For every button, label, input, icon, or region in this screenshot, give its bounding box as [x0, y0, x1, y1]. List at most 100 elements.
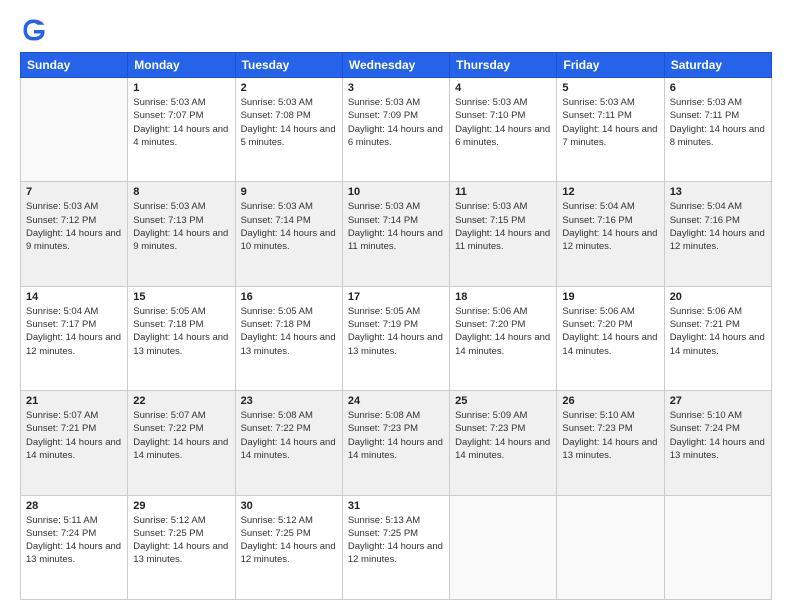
- day-info: Sunrise: 5:11 AMSunset: 7:24 PMDaylight:…: [26, 514, 122, 567]
- day-info: Sunrise: 5:05 AMSunset: 7:18 PMDaylight:…: [133, 305, 229, 358]
- calendar-cell: [557, 495, 664, 599]
- logo-icon: [20, 16, 48, 44]
- day-number: 18: [455, 291, 551, 303]
- calendar-cell: 23Sunrise: 5:08 AMSunset: 7:22 PMDayligh…: [235, 391, 342, 495]
- day-number: 24: [348, 395, 444, 407]
- calendar-cell: 1 Sunrise: 5:03 AMSunset: 7:07 PMDaylight…: [128, 78, 235, 182]
- day-number: 3: [348, 82, 444, 94]
- calendar-cell: 18 Sunrise: 5:06 AMSunset: 7:20 PMDayligh…: [450, 286, 557, 390]
- day-number: 11: [455, 186, 551, 198]
- calendar-cell: 30Sunrise: 5:12 AMSunset: 7:25 PMDayligh…: [235, 495, 342, 599]
- calendar-week-row: 7 Sunrise: 5:03 AMSunset: 7:12 PMDaylight…: [21, 182, 772, 286]
- day-info: Sunrise: 5:03 AMSunset: 7:09 PMDaylight:…: [348, 96, 444, 149]
- day-header-tuesday: Tuesday: [235, 53, 342, 78]
- day-number: 13: [670, 186, 766, 198]
- calendar-cell: 8 Sunrise: 5:03 AMSunset: 7:13 PMDaylight…: [128, 182, 235, 286]
- day-info: Sunrise: 5:07 AMSunset: 7:21 PMDaylight:…: [26, 409, 122, 462]
- day-number: 31: [348, 500, 444, 512]
- day-header-friday: Friday: [557, 53, 664, 78]
- day-info: Sunrise: 5:06 AMSunset: 7:20 PMDaylight:…: [562, 305, 658, 358]
- day-number: 2: [241, 82, 337, 94]
- day-number: 15: [133, 291, 229, 303]
- calendar-cell: [450, 495, 557, 599]
- calendar-cell: 19 Sunrise: 5:06 AMSunset: 7:20 PMDayligh…: [557, 286, 664, 390]
- calendar-cell: 20 Sunrise: 5:06 AMSunset: 7:21 PMDayligh…: [664, 286, 771, 390]
- page: SundayMondayTuesdayWednesdayThursdayFrid…: [0, 0, 792, 612]
- day-info: Sunrise: 5:03 AMSunset: 7:11 PMDaylight:…: [562, 96, 658, 149]
- day-info: Sunrise: 5:09 AMSunset: 7:23 PMDaylight:…: [455, 409, 551, 462]
- calendar-cell: 9Sunrise: 5:03 AMSunset: 7:14 PMDaylight…: [235, 182, 342, 286]
- day-number: 16: [241, 291, 337, 303]
- day-info: Sunrise: 5:10 AMSunset: 7:24 PMDaylight:…: [670, 409, 766, 462]
- day-number: 19: [562, 291, 658, 303]
- day-number: 4: [455, 82, 551, 94]
- day-header-sunday: Sunday: [21, 53, 128, 78]
- day-info: Sunrise: 5:07 AMSunset: 7:22 PMDaylight:…: [133, 409, 229, 462]
- day-number: 10: [348, 186, 444, 198]
- calendar-cell: 4Sunrise: 5:03 AMSunset: 7:10 PMDaylight…: [450, 78, 557, 182]
- day-info: Sunrise: 5:03 AMSunset: 7:14 PMDaylight:…: [241, 200, 337, 253]
- day-number: 20: [670, 291, 766, 303]
- calendar-week-row: 21 Sunrise: 5:07 AMSunset: 7:21 PMDayligh…: [21, 391, 772, 495]
- day-info: Sunrise: 5:03 AMSunset: 7:15 PMDaylight:…: [455, 200, 551, 253]
- day-number: 1: [133, 82, 229, 94]
- day-info: Sunrise: 5:13 AMSunset: 7:25 PMDaylight:…: [348, 514, 444, 567]
- day-info: Sunrise: 5:03 AMSunset: 7:11 PMDaylight:…: [670, 96, 766, 149]
- day-header-monday: Monday: [128, 53, 235, 78]
- day-info: Sunrise: 5:04 AMSunset: 7:17 PMDaylight:…: [26, 305, 122, 358]
- day-info: Sunrise: 5:12 AMSunset: 7:25 PMDaylight:…: [241, 514, 337, 567]
- calendar-cell: 16 Sunrise: 5:05 AMSunset: 7:18 PMDayligh…: [235, 286, 342, 390]
- header: [20, 16, 772, 44]
- day-info: Sunrise: 5:06 AMSunset: 7:20 PMDaylight:…: [455, 305, 551, 358]
- day-info: Sunrise: 5:08 AMSunset: 7:23 PMDaylight:…: [348, 409, 444, 462]
- day-info: Sunrise: 5:05 AMSunset: 7:19 PMDaylight:…: [348, 305, 444, 358]
- calendar-cell: 5 Sunrise: 5:03 AMSunset: 7:11 PMDaylight…: [557, 78, 664, 182]
- calendar-cell: 6 Sunrise: 5:03 AMSunset: 7:11 PMDaylight…: [664, 78, 771, 182]
- day-number: 6: [670, 82, 766, 94]
- logo: [20, 16, 52, 44]
- calendar-cell: 26 Sunrise: 5:10 AMSunset: 7:23 PMDayligh…: [557, 391, 664, 495]
- calendar-cell: 21 Sunrise: 5:07 AMSunset: 7:21 PMDayligh…: [21, 391, 128, 495]
- calendar-cell: 24 Sunrise: 5:08 AMSunset: 7:23 PMDayligh…: [342, 391, 449, 495]
- calendar-cell: 15 Sunrise: 5:05 AMSunset: 7:18 PMDayligh…: [128, 286, 235, 390]
- day-number: 12: [562, 186, 658, 198]
- day-number: 17: [348, 291, 444, 303]
- calendar-week-row: 14Sunrise: 5:04 AMSunset: 7:17 PMDayligh…: [21, 286, 772, 390]
- calendar-cell: 7 Sunrise: 5:03 AMSunset: 7:12 PMDaylight…: [21, 182, 128, 286]
- calendar-cell: [21, 78, 128, 182]
- day-number: 23: [241, 395, 337, 407]
- day-number: 5: [562, 82, 658, 94]
- day-info: Sunrise: 5:12 AMSunset: 7:25 PMDaylight:…: [133, 514, 229, 567]
- calendar-cell: 29Sunrise: 5:12 AMSunset: 7:25 PMDayligh…: [128, 495, 235, 599]
- day-info: Sunrise: 5:03 AMSunset: 7:13 PMDaylight:…: [133, 200, 229, 253]
- day-info: Sunrise: 5:05 AMSunset: 7:18 PMDaylight:…: [241, 305, 337, 358]
- calendar-week-row: 28 Sunrise: 5:11 AMSunset: 7:24 PMDayligh…: [21, 495, 772, 599]
- calendar-cell: 14Sunrise: 5:04 AMSunset: 7:17 PMDayligh…: [21, 286, 128, 390]
- day-info: Sunrise: 5:06 AMSunset: 7:21 PMDaylight:…: [670, 305, 766, 358]
- day-number: 8: [133, 186, 229, 198]
- calendar-cell: 28 Sunrise: 5:11 AMSunset: 7:24 PMDayligh…: [21, 495, 128, 599]
- day-info: Sunrise: 5:04 AMSunset: 7:16 PMDaylight:…: [562, 200, 658, 253]
- day-number: 7: [26, 186, 122, 198]
- calendar-header-row: SundayMondayTuesdayWednesdayThursdayFrid…: [21, 53, 772, 78]
- day-info: Sunrise: 5:03 AMSunset: 7:12 PMDaylight:…: [26, 200, 122, 253]
- day-info: Sunrise: 5:03 AMSunset: 7:08 PMDaylight:…: [241, 96, 337, 149]
- day-info: Sunrise: 5:10 AMSunset: 7:23 PMDaylight:…: [562, 409, 658, 462]
- calendar-cell: 11 Sunrise: 5:03 AMSunset: 7:15 PMDayligh…: [450, 182, 557, 286]
- calendar-cell: [664, 495, 771, 599]
- day-number: 27: [670, 395, 766, 407]
- day-number: 25: [455, 395, 551, 407]
- calendar-cell: 17 Sunrise: 5:05 AMSunset: 7:19 PMDayligh…: [342, 286, 449, 390]
- day-number: 22: [133, 395, 229, 407]
- day-info: Sunrise: 5:03 AMSunset: 7:07 PMDaylight:…: [133, 96, 229, 149]
- calendar-cell: 12 Sunrise: 5:04 AMSunset: 7:16 PMDayligh…: [557, 182, 664, 286]
- calendar-cell: 27 Sunrise: 5:10 AMSunset: 7:24 PMDayligh…: [664, 391, 771, 495]
- calendar-cell: 13Sunrise: 5:04 AMSunset: 7:16 PMDayligh…: [664, 182, 771, 286]
- day-number: 28: [26, 500, 122, 512]
- calendar-cell: 25 Sunrise: 5:09 AMSunset: 7:23 PMDayligh…: [450, 391, 557, 495]
- day-number: 21: [26, 395, 122, 407]
- day-number: 26: [562, 395, 658, 407]
- calendar-cell: 31 Sunrise: 5:13 AMSunset: 7:25 PMDayligh…: [342, 495, 449, 599]
- calendar-cell: 3 Sunrise: 5:03 AMSunset: 7:09 PMDaylight…: [342, 78, 449, 182]
- day-header-wednesday: Wednesday: [342, 53, 449, 78]
